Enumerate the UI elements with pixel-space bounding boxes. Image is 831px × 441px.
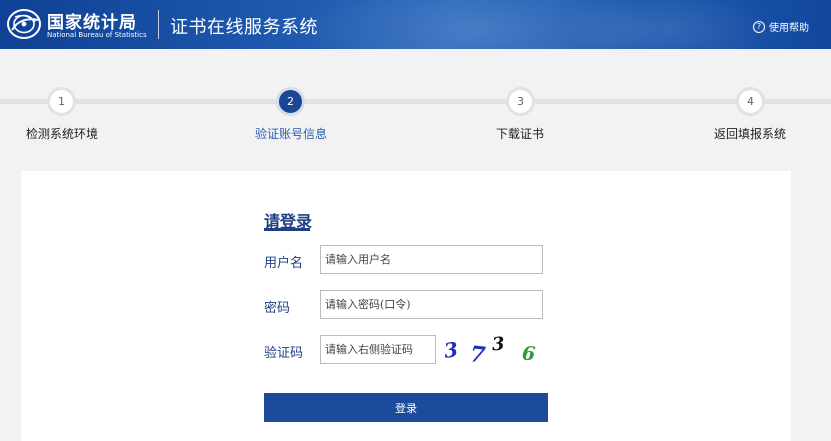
- org-name-en: National Bureau of Statistics: [47, 31, 147, 39]
- question-circle-icon: ?: [753, 20, 765, 33]
- captcha-digit-2: 7: [468, 341, 487, 369]
- top-header: 国家统计局 National Bureau of Statistics 证书在线…: [0, 0, 831, 49]
- username-input[interactable]: [320, 245, 543, 274]
- system-title: 证书在线服务系统: [170, 17, 318, 38]
- captcha-digit-3: 3: [491, 333, 506, 356]
- login-button[interactable]: 登录: [264, 393, 548, 422]
- header-map-decoration-2: [560, 0, 780, 49]
- password-label: 密码: [264, 301, 291, 316]
- login-title-underline: [264, 228, 310, 231]
- step-2-label: 验证账号信息: [254, 127, 327, 141]
- steps-track: [0, 99, 831, 104]
- username-label: 用户名: [264, 256, 304, 271]
- step-4-circle: 4: [736, 87, 765, 116]
- step-2-circle: 2: [276, 87, 305, 116]
- step-1-label: 检测系统环境: [25, 127, 98, 141]
- captcha-digit-1: 3: [442, 337, 460, 363]
- step-3-label: 下载证书: [495, 127, 544, 141]
- help-label: 使用帮助: [769, 23, 809, 34]
- help-link[interactable]: ? 使用帮助: [753, 19, 809, 34]
- captcha-digit-4: 6: [521, 342, 537, 366]
- captcha-image[interactable]: 3 7 3 6: [440, 333, 548, 369]
- password-input[interactable]: [320, 290, 543, 319]
- captcha-input[interactable]: [320, 335, 436, 364]
- nbs-emblem-icon: [7, 9, 41, 39]
- captcha-label: 验证码: [264, 346, 304, 361]
- header-divider: [158, 10, 159, 39]
- step-1-circle: 1: [47, 87, 76, 116]
- org-name-cn: 国家统计局: [47, 13, 137, 33]
- step-4-label: 返回填报系统: [713, 127, 786, 141]
- step-3-circle: 3: [506, 87, 535, 116]
